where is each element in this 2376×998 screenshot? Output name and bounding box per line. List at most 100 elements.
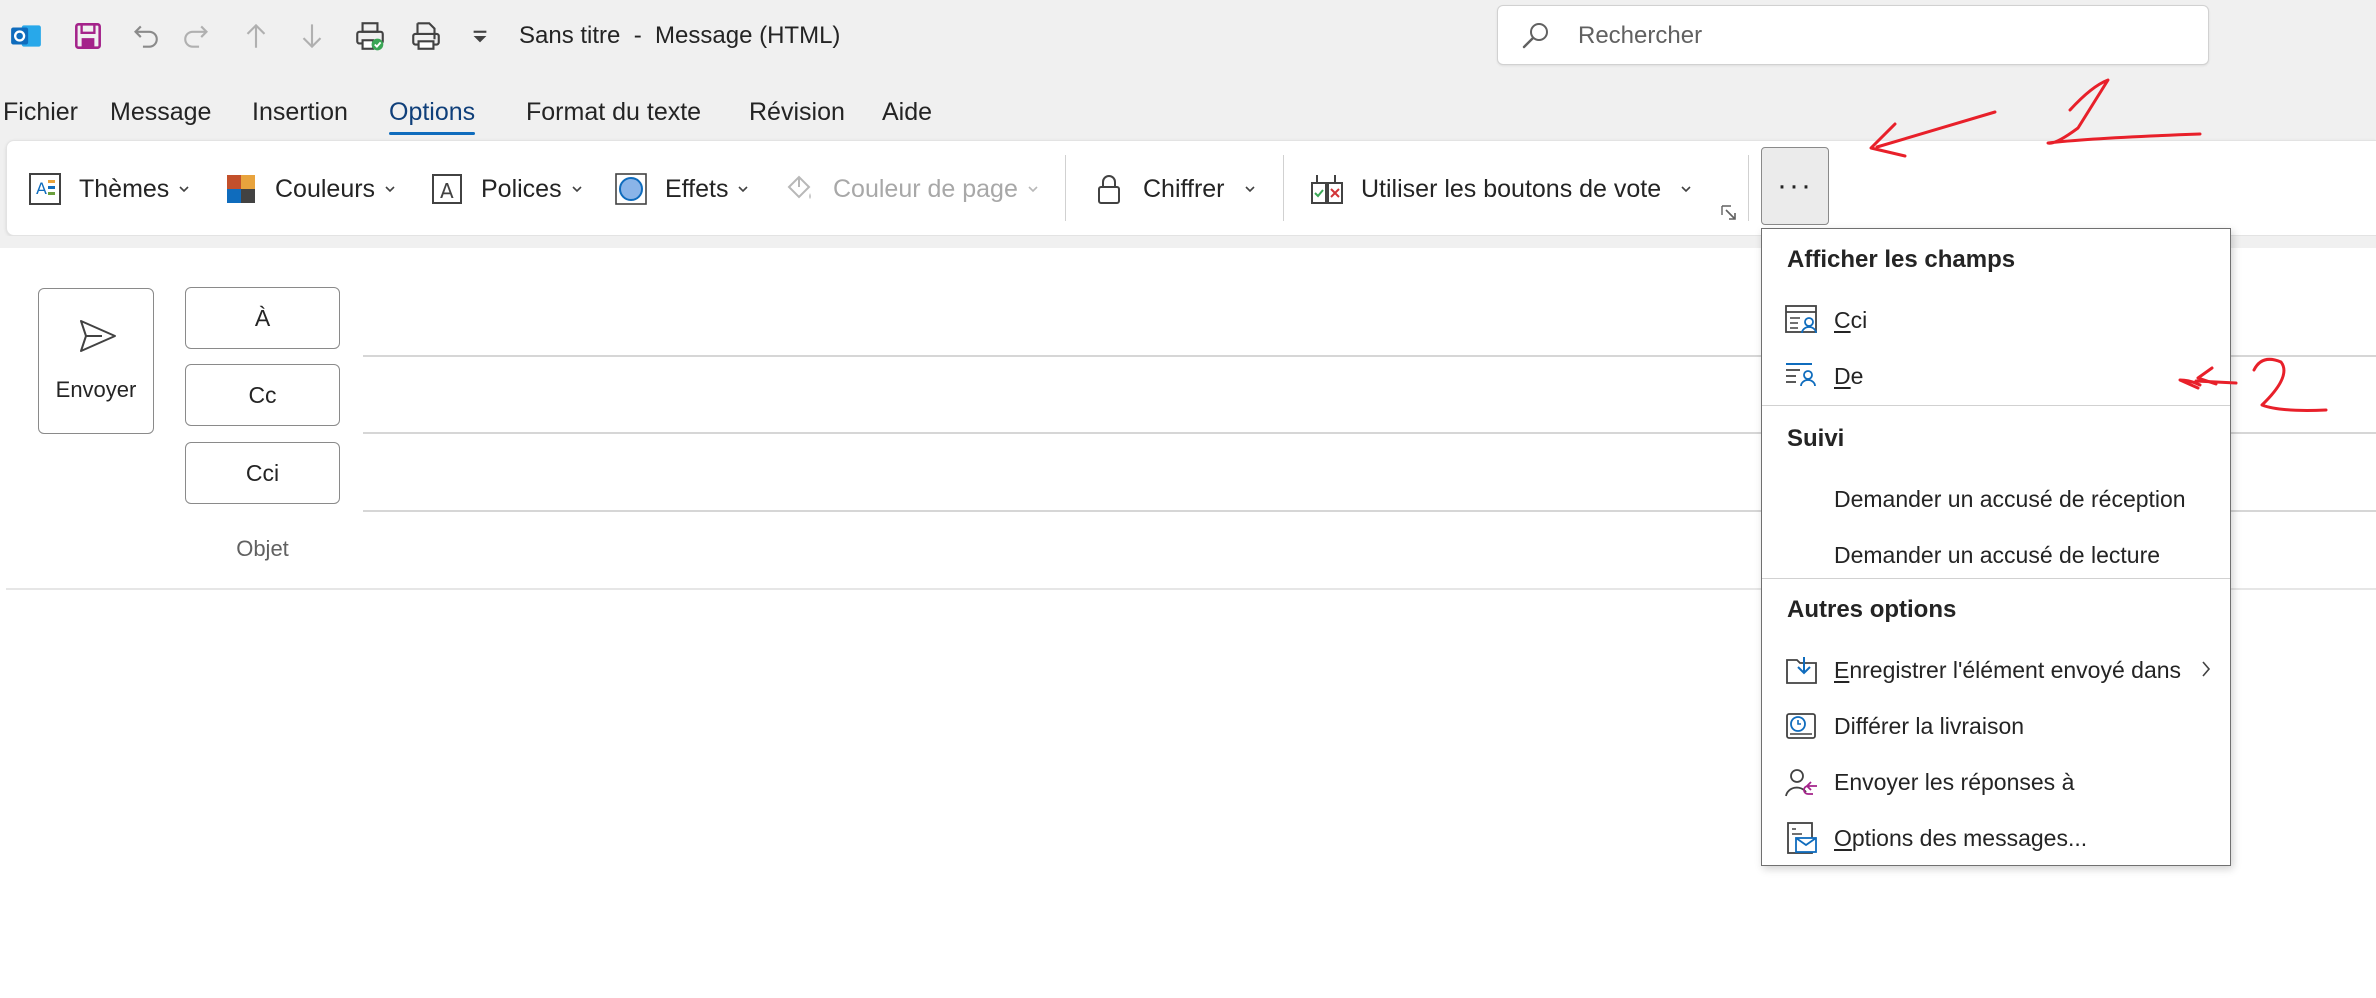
tab-format-du-texte[interactable]: Format du texte [526,98,701,127]
from-text: e [1850,363,1864,389]
cc-button[interactable]: Cc [185,364,340,426]
menu-item-read-receipt[interactable]: Demander un accusé de lecture [1762,529,2230,579]
tab-options[interactable]: Options [389,98,476,135]
chevron-down-icon [572,186,582,193]
redo-icon[interactable] [178,16,218,56]
menu-item-delivery-receipt[interactable]: Demander un accusé de réception [1762,473,2230,523]
tab-aide[interactable]: Aide [882,98,932,127]
voting-icon [1307,169,1347,209]
message-options-label: Options des messages... [1834,825,2087,852]
more-options-menu: Afficher les champs Cci De Suivi Demande… [1761,228,2231,866]
title-bar: Sans titre - Message (HTML) Rechercher [0,0,2376,72]
save-sent-accelerator: E [1834,657,1850,683]
paint-bucket-icon [779,169,819,209]
from-accelerator: D [1834,363,1851,389]
menu-item-message-options[interactable]: Options des messages... [1762,812,2230,862]
themes-icon: A [25,169,65,209]
themes-label: Thèmes [79,174,170,203]
message-options-accelerator: O [1834,825,1852,851]
direct-replies-icon [1785,769,1817,797]
delay-delivery-label: Différer la livraison [1834,713,2025,739]
colors-label: Couleurs [275,174,376,203]
send-icon [80,320,116,352]
send-button[interactable]: Envoyer [38,288,154,434]
address-field-icon [1786,363,1816,387]
more-options-button[interactable]: ··· [1761,147,1829,225]
chevron-down-icon [738,186,749,193]
search-box[interactable]: Rechercher [1497,5,2209,65]
print-icon[interactable] [406,16,446,56]
colors-icon [221,169,261,209]
menu-item-bcc[interactable]: Cci [1762,294,2230,344]
menu-item-from[interactable]: De [1762,350,2230,400]
effects-button[interactable]: Effets [611,169,750,209]
page-color-button[interactable]: Couleur de page [779,169,1040,209]
fonts-icon: A [427,169,467,209]
save-sent-folder-icon [1786,657,1817,684]
print-preview-icon[interactable] [350,16,390,56]
voting-label: Utiliser les boutons de vote [1361,174,1662,203]
bcc-button[interactable]: Cci [185,442,340,504]
show-fields-heading: Afficher les champs [1787,246,2016,273]
next-item-icon[interactable] [292,16,332,56]
ribbon-separator [1748,155,1749,221]
search-placeholder: Rechercher [1578,22,1703,49]
chevron-down-icon [1681,186,1691,193]
menu-item-save-sent-in[interactable]: Enregistrer l'élément envoyé dans [1762,644,2230,694]
lock-icon [1089,169,1129,209]
menu-item-delay-delivery[interactable]: Différer la livraison [1762,700,2230,750]
ribbon-separator [1065,155,1066,221]
themes-button[interactable]: A Thèmes [25,169,191,209]
tab-message[interactable]: Message [110,98,211,127]
menu-separator [1762,578,2230,579]
fonts-label: Polices [481,174,562,203]
effects-label: Effets [665,174,729,203]
address-field-icon [1785,305,1817,334]
page-color-label: Couleur de page [833,174,1018,203]
save-sent-text: nregistrer l'élément envoyé dans [1849,657,2182,683]
bcc-text: ci [1850,307,1868,333]
customize-toolbar-icon[interactable] [460,16,500,56]
message-options-icon [1787,822,1817,854]
chevron-down-icon [1028,186,1038,193]
dialog-launcher-icon[interactable] [1719,203,1739,223]
send-label: Envoyer [55,377,137,402]
encrypt-label: Chiffrer [1143,174,1225,203]
direct-replies-label: Envoyer les réponses à [1834,769,2075,795]
delivery-receipt-label: Demander un accusé de réception [1834,486,2186,512]
colors-button[interactable]: Couleurs [221,169,397,209]
svg-text:A: A [36,179,47,198]
chevron-down-icon [179,186,189,193]
tracking-heading: Suivi [1787,425,1845,452]
menu-item-bcc-label: Cci [1834,307,1867,334]
window-title: Sans titre - Message (HTML) [519,22,841,49]
tab-fichier[interactable]: Fichier [3,98,78,127]
menu-item-direct-replies[interactable]: Envoyer les réponses à [1762,756,2230,806]
voting-buttons-button[interactable]: Utiliser les boutons de vote [1307,169,1693,209]
undo-icon[interactable] [124,16,164,56]
message-options-text: ptions des messages... [1851,825,2088,851]
menu-tabs: Fichier Message Insertion Options Format… [0,72,2376,136]
bcc-accelerator: C [1834,307,1851,333]
svg-text:A: A [440,179,454,203]
save-sent-label: Enregistrer l'élément envoyé dans [1834,657,2181,684]
menu-separator [1762,405,2230,406]
search-icon [1522,23,1548,49]
chevron-right-icon [2202,661,2211,677]
chevron-down-icon [1244,186,1255,193]
to-button[interactable]: À [185,287,340,349]
tab-insertion[interactable]: Insertion [252,98,348,127]
effects-icon [611,169,651,209]
more-options-heading: Autres options [1787,596,1957,623]
ribbon-separator [1283,155,1284,221]
menu-item-from-label: De [1834,363,1863,390]
outlook-app-icon [6,16,46,56]
chevron-down-icon [385,186,395,193]
fonts-button[interactable]: A Polices [427,169,584,209]
encrypt-button[interactable]: Chiffrer [1089,169,1257,209]
read-receipt-label: Demander un accusé de lecture [1834,542,2161,568]
previous-item-icon[interactable] [236,16,276,56]
tab-revision[interactable]: Révision [749,98,845,127]
save-icon[interactable] [68,16,108,56]
delay-delivery-icon [1786,713,1816,739]
